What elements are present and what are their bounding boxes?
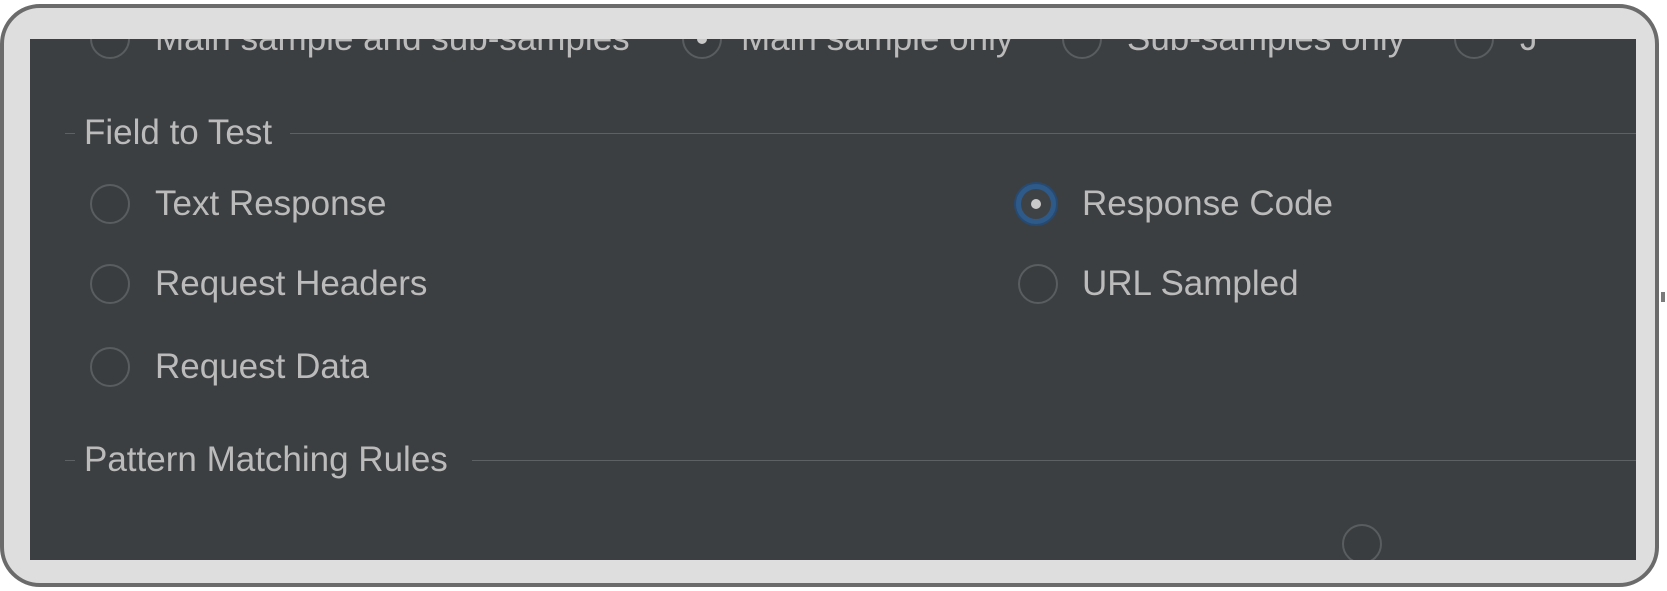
radio-label-text-response: Text Response xyxy=(155,184,387,223)
radio-label-response-code: Response Code xyxy=(1082,184,1333,223)
section-divider xyxy=(65,133,75,134)
radio-selected-dot xyxy=(1031,199,1041,209)
radio-main-and-sub-samples[interactable] xyxy=(90,39,130,59)
section-divider xyxy=(290,133,1636,134)
section-divider xyxy=(472,460,1636,461)
radio-sub-samples-only[interactable] xyxy=(1062,39,1102,59)
section-title-pattern-matching-rules: Pattern Matching Rules xyxy=(84,440,448,479)
radio-label-sub-samples-only: Sub-samples only xyxy=(1127,39,1405,59)
radio-url-sampled[interactable] xyxy=(1018,264,1058,304)
radio-request-headers[interactable] xyxy=(90,264,130,304)
radio-label-jmeter-variable: J xyxy=(1520,39,1538,59)
radio-label-request-headers: Request Headers xyxy=(155,264,428,303)
radio-request-data[interactable] xyxy=(90,347,130,387)
radio-text-response[interactable] xyxy=(90,184,130,224)
section-divider xyxy=(65,460,75,461)
radio-label-main-and-sub-samples: Main sample and sub-samples xyxy=(155,39,630,59)
radio-label-main-sample-only: Main sample only xyxy=(741,39,1013,59)
radio-label-request-data: Request Data xyxy=(155,347,370,386)
screenshot-frame: Main sample and sub-samples Main sample … xyxy=(0,4,1659,587)
window-edge-marker xyxy=(1661,292,1665,302)
section-title-field-to-test: Field to Test xyxy=(84,113,273,152)
radio-pattern-option[interactable] xyxy=(1342,524,1382,560)
radio-label-url-sampled: URL Sampled xyxy=(1082,264,1299,303)
assertion-panel: Main sample and sub-samples Main sample … xyxy=(30,39,1636,560)
radio-selected-dot xyxy=(697,39,707,44)
radio-main-sample-only[interactable] xyxy=(682,39,722,59)
radio-response-code[interactable] xyxy=(1016,184,1056,224)
radio-jmeter-variable[interactable] xyxy=(1454,39,1494,59)
